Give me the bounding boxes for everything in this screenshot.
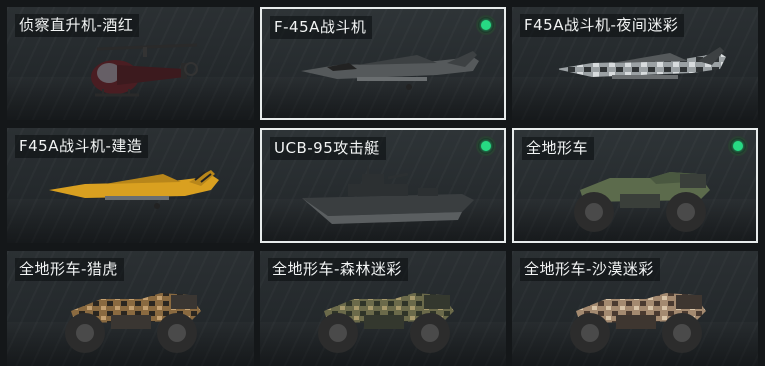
vehicle-card-f45a-build[interactable]: F45A战斗机-建造 [7, 128, 254, 243]
vehicle-name-label: 全地形车-沙漠迷彩 [520, 258, 660, 281]
vehicle-skin-grid: 侦察直升机-酒红 F-45A战斗机 F45A战斗机-夜间迷彩 F45A战斗机-建… [0, 0, 765, 366]
vehicle-name-label: F45A战斗机-夜间迷彩 [520, 14, 685, 37]
vehicle-name-label: 全地形车-猎虎 [15, 258, 124, 281]
vehicle-card-atv-tiger[interactable]: 全地形车-猎虎 [7, 251, 254, 366]
vehicle-card-atv-forest-camo[interactable]: 全地形车-森林迷彩 [260, 251, 506, 366]
equipped-indicator-icon [728, 136, 748, 156]
vehicle-name-label: F-45A战斗机 [270, 16, 373, 39]
vehicle-name-label: F45A战斗机-建造 [15, 135, 149, 158]
vehicle-card-ucb95-attack-boat[interactable]: UCB-95攻击艇 [260, 128, 506, 243]
equipped-indicator-icon [476, 136, 496, 156]
vehicle-card-atv-desert-camo[interactable]: 全地形车-沙漠迷彩 [512, 251, 758, 366]
vehicle-card-scout-helicopter-burgundy[interactable]: 侦察直升机-酒红 [7, 7, 254, 120]
vehicle-name-label: 侦察直升机-酒红 [15, 14, 140, 37]
vehicle-card-atv[interactable]: 全地形车 [512, 128, 758, 243]
vehicle-name-label: 全地形车 [522, 137, 595, 160]
vehicle-card-f45a-night-camo[interactable]: F45A战斗机-夜间迷彩 [512, 7, 758, 120]
equipped-indicator-icon [476, 15, 496, 35]
vehicle-name-label: 全地形车-森林迷彩 [268, 258, 408, 281]
vehicle-name-label: UCB-95攻击艇 [270, 137, 386, 160]
vehicle-card-f45a-fighter[interactable]: F-45A战斗机 [260, 7, 506, 120]
